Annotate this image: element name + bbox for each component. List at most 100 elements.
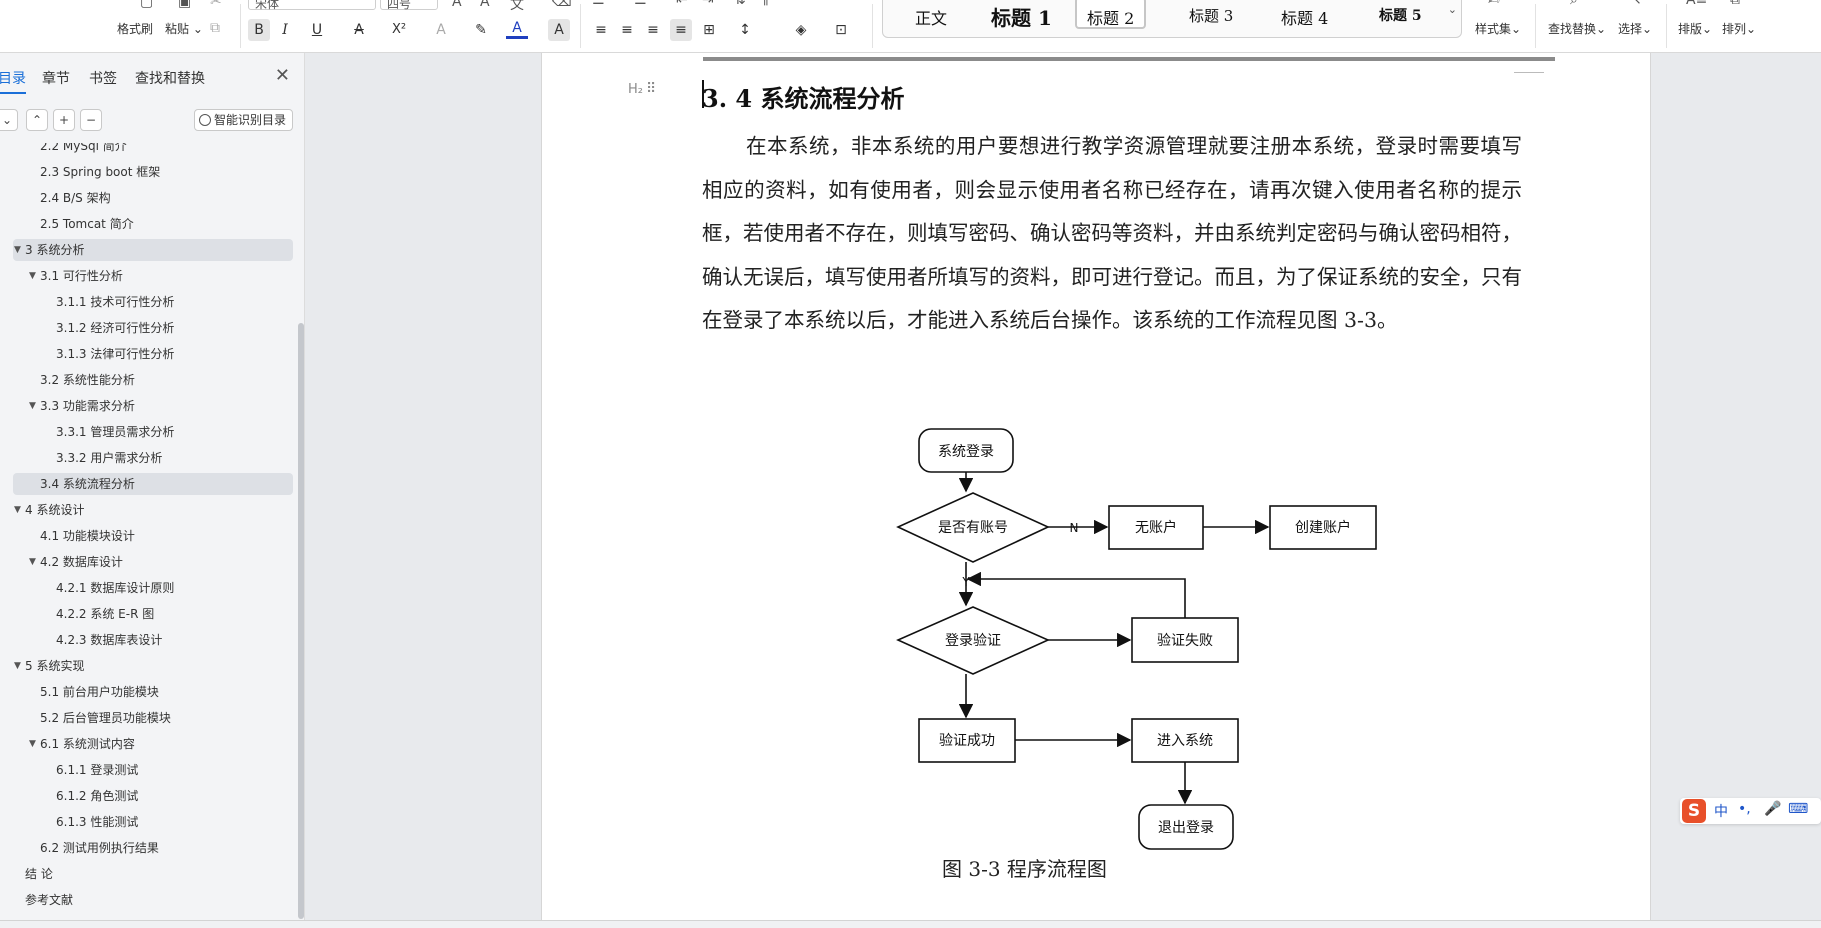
indent-icon[interactable]: ⇤ xyxy=(676,0,688,8)
add-heading-button[interactable]: + xyxy=(53,109,75,131)
superscript-button[interactable]: X² xyxy=(388,19,410,41)
toc-item[interactable]: 5.1 前台用户功能模块 xyxy=(13,681,293,703)
toc-item[interactable]: ▼ 3.1 可行性分析 xyxy=(13,265,293,287)
toc-item[interactable]: ▼ 4.2 数据库设计 xyxy=(13,551,293,573)
toc-item[interactable]: 4.1 功能模块设计 xyxy=(13,525,293,547)
style-heading-1[interactable]: 标题 1 xyxy=(991,2,1052,31)
style-heading-2[interactable]: 标题 2 xyxy=(1075,0,1147,29)
paste-button[interactable]: 粘贴 ⌄ xyxy=(165,20,203,37)
format-painter-button[interactable]: 格式刷 xyxy=(117,20,153,37)
toc-item[interactable]: ▼ 3.3 功能需求分析 xyxy=(13,395,293,417)
bold-button[interactable]: B xyxy=(248,19,270,41)
expand-button[interactable]: ⌃ xyxy=(26,109,48,131)
shading-icon[interactable]: ◈ xyxy=(790,19,812,41)
keyboard-icon[interactable]: ⌨ xyxy=(1788,801,1808,817)
microphone-icon[interactable]: 🎤 xyxy=(1764,801,1781,817)
toc-item[interactable]: 2.5 Tomcat 简介 xyxy=(13,213,293,235)
strikethrough-button[interactable]: A xyxy=(348,19,370,41)
tab-bookmarks[interactable]: 书签 xyxy=(89,68,117,88)
clear-format-icon[interactable]: ⌫ xyxy=(552,0,572,10)
toc-item[interactable]: 2.3 Spring boot 框架 xyxy=(13,161,293,183)
toc-item[interactable]: ▼ 5 系统实现 xyxy=(13,655,293,677)
toc-item[interactable]: ▼ 4 系统设计 xyxy=(13,499,293,521)
style-heading-5[interactable]: 标题 5 xyxy=(1379,5,1422,25)
smart-toc-button[interactable]: 智能识别目录 xyxy=(193,109,293,131)
expand-arrow-icon[interactable]: ▼ xyxy=(29,395,36,417)
char-shading-button[interactable]: A xyxy=(548,19,570,41)
arrange-button[interactable]: 排列⌄ xyxy=(1722,20,1756,37)
outdent-icon[interactable]: ⇥ xyxy=(702,0,714,8)
expand-arrow-icon[interactable]: ▼ xyxy=(29,733,36,755)
close-icon[interactable]: ✕ xyxy=(275,65,290,86)
expand-arrow-icon[interactable]: ▼ xyxy=(14,499,21,521)
toc-item[interactable]: 4.2.2 系统 E-R 图 xyxy=(13,603,293,625)
toc-item[interactable]: 6.1.3 性能测试 xyxy=(13,811,293,833)
toc-item[interactable]: 5.2 后台管理员功能模块 xyxy=(13,707,293,729)
expand-arrow-icon[interactable]: ▼ xyxy=(29,551,36,573)
toc-item[interactable]: 3.4 系统流程分析 xyxy=(13,473,293,495)
highlight-button[interactable]: ✎ xyxy=(470,19,492,41)
expand-arrow-icon[interactable]: ▼ xyxy=(14,239,21,261)
align-center-icon[interactable]: ≡ xyxy=(616,19,638,41)
typeset-button[interactable]: 排版⌄ xyxy=(1678,20,1712,37)
expand-arrow-icon[interactable]: ▼ xyxy=(29,265,36,287)
font-size-select[interactable]: 四号 xyxy=(380,0,438,11)
expand-arrow-icon[interactable]: ▼ xyxy=(14,655,21,677)
toc-item[interactable]: 3.2 系统性能分析 xyxy=(13,369,293,391)
align-right-icon[interactable]: ≡ xyxy=(642,19,664,41)
gallery-expand-icon[interactable]: ⌄ xyxy=(1448,3,1457,16)
toc-item[interactable]: 3.3.1 管理员需求分析 xyxy=(13,421,293,443)
copy-icon[interactable]: ⧉ xyxy=(210,20,220,36)
toc-item[interactable]: 4.2.1 数据库设计原则 xyxy=(13,577,293,599)
justify-icon[interactable]: ≡ xyxy=(670,19,692,41)
toc-item[interactable]: 3.1.1 技术可行性分析 xyxy=(13,291,293,313)
style-heading-3[interactable]: 标题 3 xyxy=(1189,5,1233,26)
toc-item[interactable]: 2.4 B/S 架构 xyxy=(13,187,293,209)
font-color-button[interactable]: A xyxy=(506,19,528,39)
style-set-button[interactable]: 样式集⌄ xyxy=(1475,20,1521,37)
italic-button[interactable]: I xyxy=(274,19,296,41)
numbered-list-icon[interactable]: ☰ xyxy=(634,0,647,8)
collapse-button[interactable]: ⌄ xyxy=(0,109,18,131)
sogou-logo-icon[interactable]: S xyxy=(1682,799,1706,823)
toc-item[interactable]: 3.3.2 用户需求分析 xyxy=(13,447,293,469)
bullet-list-icon[interactable]: ☰ xyxy=(592,0,605,8)
shrink-font-icon[interactable]: A xyxy=(480,0,490,10)
line-spacing-icon[interactable]: ↕ xyxy=(734,19,756,41)
document-page[interactable]: H₂ ⠿ 3. 4 系统流程分析 在本系统，非本系统的用户要想进行教学资源管理就… xyxy=(541,53,1651,920)
tab-find-replace[interactable]: 查找和替换 xyxy=(135,68,205,88)
tab-toc[interactable]: 目录 xyxy=(0,68,26,94)
font-name-select[interactable]: 宋体 xyxy=(248,0,376,11)
remove-heading-button[interactable]: − xyxy=(80,109,102,131)
grow-font-icon[interactable]: A xyxy=(452,0,462,10)
style-gallery[interactable]: 正文 标题 1 标题 2 标题 3 标题 4 标题 5 ⌄ xyxy=(882,0,1462,38)
toc-item[interactable]: 6.2 测试用例执行结果 xyxy=(13,837,293,859)
ime-punctuation-toggle[interactable]: •, xyxy=(1738,801,1751,817)
toc-item[interactable]: ▼ 6.1 系统测试内容 xyxy=(13,733,293,755)
toc-item[interactable]: 3.1.2 经济可行性分析 xyxy=(13,317,293,339)
border-icon[interactable]: ⊡ xyxy=(830,19,852,41)
figure-caption[interactable]: 图 3-3 程序流程图 xyxy=(942,853,1107,882)
style-heading-4[interactable]: 标题 4 xyxy=(1281,5,1328,29)
toc-item[interactable]: 2.2 MySql 简介 xyxy=(13,143,293,157)
toc-item[interactable]: 3.1.3 法律可行性分析 xyxy=(13,343,293,365)
style-body[interactable]: 正文 xyxy=(915,5,947,29)
toc-item[interactable]: 4.2.3 数据库表设计 xyxy=(13,629,293,651)
find-replace-button[interactable]: 查找替换⌄ xyxy=(1548,20,1606,37)
toc-scrollbar[interactable] xyxy=(298,323,304,919)
sort-icon[interactable]: ⇅ xyxy=(734,0,746,8)
toc-item[interactable]: ▼ 3 系统分析 xyxy=(13,239,293,261)
show-marks-icon[interactable]: ¶ xyxy=(760,0,769,8)
tab-chapters[interactable]: 章节 xyxy=(42,68,70,88)
distributed-icon[interactable]: ⊞ xyxy=(698,19,720,41)
toc-item[interactable]: 6.1.1 登录测试 xyxy=(13,759,293,781)
text-effect-button[interactable]: A xyxy=(430,19,452,41)
underline-button[interactable]: U xyxy=(306,19,328,41)
align-left-icon[interactable]: ≡ xyxy=(590,19,612,41)
select-button[interactable]: 选择⌄ xyxy=(1618,20,1652,37)
phonetic-icon[interactable]: 文 xyxy=(510,0,524,14)
toc-item[interactable]: 6.1.2 角色测试 xyxy=(13,785,293,807)
ime-mode-toggle[interactable]: 中 xyxy=(1714,801,1728,821)
toc-item[interactable]: 结 论 xyxy=(13,863,293,885)
toc-item[interactable]: 参考文献 xyxy=(13,889,293,911)
